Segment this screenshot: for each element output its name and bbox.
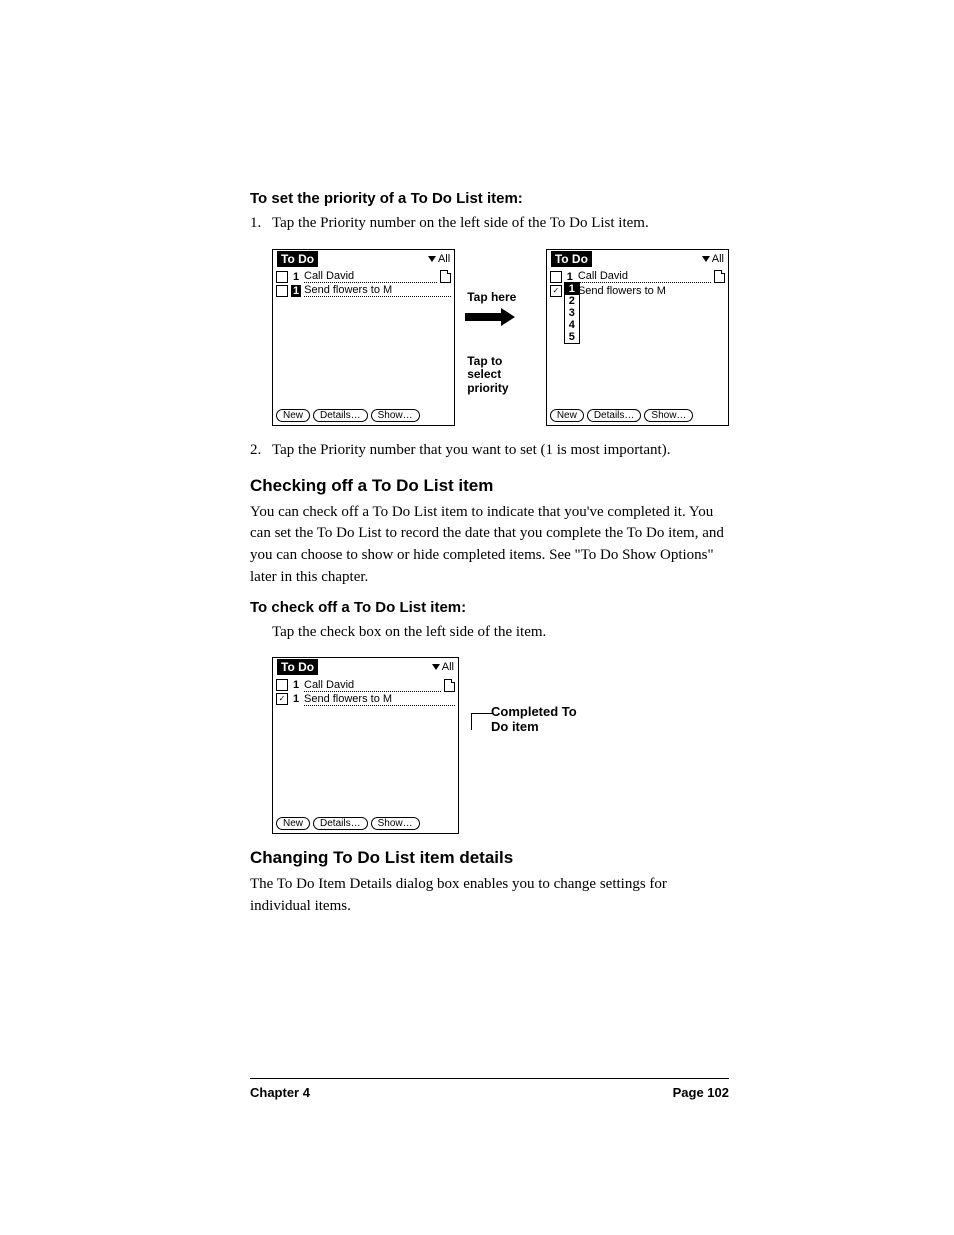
show-button[interactable]: Show… <box>644 409 693 422</box>
priority-number[interactable]: 1 <box>291 693 301 705</box>
checkbox-icon[interactable] <box>276 285 288 297</box>
palm-body: 1 Call David ✓ 1 Send flowers to M <box>273 676 458 814</box>
palm-filter[interactable]: All <box>428 253 450 265</box>
todo-row[interactable]: 1 Call David <box>276 678 455 692</box>
callout-tap-here: Tap here <box>467 291 534 305</box>
note-icon[interactable] <box>444 679 455 692</box>
priority-option[interactable]: 4 <box>565 319 579 331</box>
priority-number-selected[interactable]: 1 <box>291 285 301 297</box>
palm-title: To Do <box>277 659 318 675</box>
todo-text[interactable]: Call David <box>578 270 711 283</box>
checkbox-icon[interactable] <box>550 271 562 283</box>
palm-button-row: New Details… Show… <box>273 406 454 425</box>
dropdown-icon <box>432 664 440 670</box>
todo-text[interactable]: Send flowers to M <box>304 693 455 706</box>
palm-screen-priority-dropdown: To Do All 1 Call David ✓ 1 Send flowers … <box>546 249 729 426</box>
priority-option[interactable]: 3 <box>565 307 579 319</box>
step-number: 1. <box>250 213 272 235</box>
show-button[interactable]: Show… <box>371 409 420 422</box>
palm-header: To Do All <box>273 250 454 268</box>
body-paragraph: The To Do Item Details dialog box enable… <box>250 874 729 918</box>
new-button[interactable]: New <box>550 409 584 422</box>
procedure-heading: To check off a To Do List item: <box>250 599 729 616</box>
checkbox-icon[interactable] <box>276 271 288 283</box>
figure-set-priority: To Do All 1 Call David 1 Send flowers to… <box>272 249 729 426</box>
step-number: 2. <box>250 440 272 462</box>
priority-option[interactable]: 1 <box>565 283 579 295</box>
priority-number[interactable]: 1 <box>291 271 301 283</box>
priority-number[interactable]: 1 <box>291 679 301 691</box>
show-button[interactable]: Show… <box>371 817 420 830</box>
todo-row[interactable]: ✓ 1 Send flowers to M <box>276 692 455 706</box>
todo-row[interactable]: 1 Send flowers to M <box>276 284 451 298</box>
callout-column: Tap here Tap to select priority <box>467 249 534 426</box>
new-button[interactable]: New <box>276 817 310 830</box>
palm-filter[interactable]: All <box>702 253 724 265</box>
dropdown-icon <box>428 256 436 262</box>
palm-body: 1 Call David 1 Send flowers to M <box>273 268 454 406</box>
step-text: Tap the Priority number on the left side… <box>272 213 729 235</box>
chapter-label: Chapter 4 <box>250 1085 310 1100</box>
details-button[interactable]: Details… <box>313 817 368 830</box>
todo-row[interactable]: 1 Call David <box>276 270 451 284</box>
callout-line <box>471 713 492 730</box>
step-1: 1. Tap the Priority number on the left s… <box>250 213 729 235</box>
palm-filter[interactable]: All <box>432 661 454 673</box>
checkbox-checked-icon[interactable]: ✓ <box>550 285 562 297</box>
dropdown-icon <box>702 256 710 262</box>
details-button[interactable]: Details… <box>587 409 642 422</box>
palm-screen-priority-select: To Do All 1 Call David 1 Send flowers to… <box>272 249 455 426</box>
document-page: To set the priority of a To Do List item… <box>0 0 954 1235</box>
priority-dropdown[interactable]: 1 2 3 4 5 <box>564 282 580 344</box>
procedure-heading: To set the priority of a To Do List item… <box>250 190 729 207</box>
palm-title: To Do <box>277 251 318 267</box>
palm-button-row: New Details… Show… <box>273 814 458 833</box>
palm-header: To Do All <box>273 658 458 676</box>
section-heading: Changing To Do List item details <box>250 848 729 868</box>
page-footer: Chapter 4 Page 102 <box>250 1078 729 1100</box>
checkbox-icon[interactable] <box>276 679 288 691</box>
new-button[interactable]: New <box>276 409 310 422</box>
step-2: 2. Tap the Priority number that you want… <box>250 440 729 462</box>
page-number: Page 102 <box>673 1085 729 1100</box>
note-icon[interactable] <box>440 270 451 283</box>
step-text: Tap the Priority number that you want to… <box>272 440 729 462</box>
section-heading: Checking off a To Do List item <box>250 476 729 496</box>
palm-button-row: New Details… Show… <box>547 406 728 425</box>
figure-check-off: To Do All 1 Call David ✓ 1 Send flowers … <box>272 657 729 834</box>
note-icon[interactable] <box>714 270 725 283</box>
todo-text[interactable]: Send flowers to M <box>304 284 451 297</box>
palm-header: To Do All <box>547 250 728 268</box>
priority-option[interactable]: 5 <box>565 331 579 343</box>
checkbox-checked-icon[interactable]: ✓ <box>276 693 288 705</box>
todo-text[interactable]: Call David <box>304 270 437 283</box>
body-paragraph: You can check off a To Do List item to i… <box>250 502 729 589</box>
todo-text[interactable]: Call David <box>304 679 441 692</box>
callout-completed-item: Completed To Do item <box>491 657 581 834</box>
details-button[interactable]: Details… <box>313 409 368 422</box>
palm-title: To Do <box>551 251 592 267</box>
priority-option[interactable]: 2 <box>565 295 579 307</box>
todo-text[interactable]: Send flowers to M <box>578 285 725 297</box>
palm-screen-checked: To Do All 1 Call David ✓ 1 Send flowers … <box>272 657 459 834</box>
step-text: Tap the check box on the left side of th… <box>272 622 729 644</box>
callout-tap-select: Tap to select priority <box>467 355 534 396</box>
